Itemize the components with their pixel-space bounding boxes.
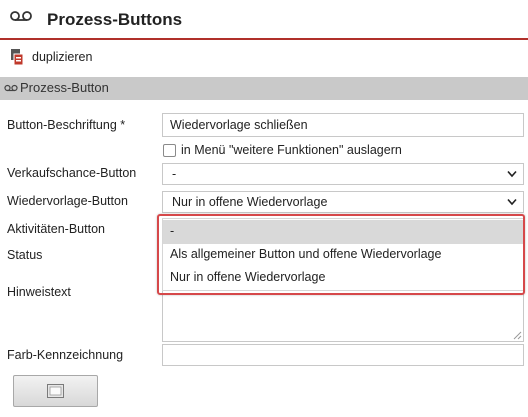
page-title: Prozess-Buttons <box>47 10 183 29</box>
opportunity-button-value: - <box>172 167 177 181</box>
duplicate-icon[interactable] <box>10 48 24 66</box>
resubmission-button-value: Nur in offene Wiedervorlage <box>172 195 328 209</box>
resize-handle-icon[interactable] <box>513 331 522 340</box>
button-caption-label: Button-Beschriftung * <box>7 118 126 132</box>
section-title: Prozess-Button <box>20 80 109 95</box>
opportunity-button-select[interactable]: - <box>162 163 524 185</box>
voicemail-icon <box>4 84 18 92</box>
save-icon <box>47 384 64 398</box>
button-caption-input[interactable] <box>162 113 524 137</box>
page-header: Prozess-Buttons <box>0 0 528 38</box>
duplicate-button[interactable]: duplizieren <box>32 50 92 64</box>
status-label: Status <box>7 248 43 262</box>
chevron-down-icon <box>507 170 517 178</box>
opportunity-button-label: Verkaufschance-Button <box>7 166 137 180</box>
resubmission-button-select[interactable]: Nur in offene Wiedervorlage <box>162 191 524 213</box>
voicemail-icon <box>10 11 32 21</box>
save-button[interactable] <box>13 375 98 407</box>
hint-text-label: Hinweistext <box>7 285 71 299</box>
chevron-down-icon <box>507 198 517 206</box>
more-functions-label: in Menü "weitere Funktionen" auslagern <box>181 143 402 157</box>
more-functions-checkbox[interactable] <box>163 144 176 157</box>
color-marking-label: Farb-Kennzeichnung <box>7 348 124 362</box>
header-divider <box>0 38 528 40</box>
color-marking-input[interactable] <box>162 344 524 366</box>
resubmission-button-label: Wiedervorlage-Button <box>7 194 128 208</box>
annotation-highlight-box <box>157 214 525 295</box>
activities-button-label: Aktivitäten-Button <box>7 222 105 236</box>
